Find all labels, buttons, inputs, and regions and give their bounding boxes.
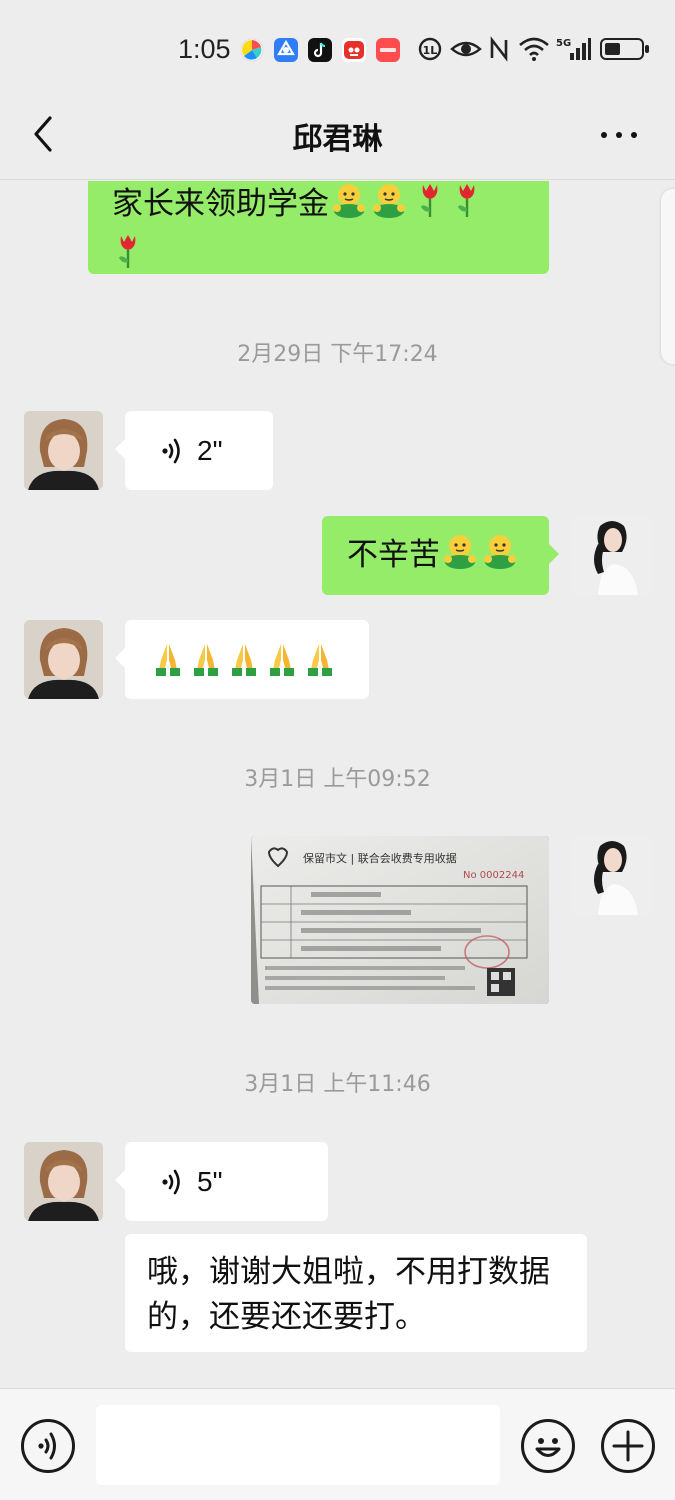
network-label: 5G <box>556 38 571 49</box>
image-message[interactable]: 保留市文 | 联合会收费专用收据 No 0002244 <box>251 836 549 1004</box>
more-functions-button[interactable] <box>601 1419 655 1473</box>
message-text-line: 的，还要还还要打。 <box>147 1299 426 1335</box>
voice-wave-icon <box>162 438 180 463</box>
emoji-button[interactable] <box>521 1419 575 1473</box>
message-timestamp: 3月1日 上午09:52 <box>244 767 431 792</box>
message-input[interactable] <box>96 1405 500 1485</box>
tiktok-icon <box>308 38 332 62</box>
voice-duration: 5" <box>197 1165 223 1197</box>
voice-input-button[interactable] <box>21 1419 75 1473</box>
message-timestamp: 2月29日 下午17:24 <box>237 342 438 367</box>
message-text-line: 哦，谢谢大姐啦，不用打数据 <box>147 1254 550 1290</box>
n-icon <box>488 36 510 68</box>
pray-emoji-icon <box>226 640 262 689</box>
tulip-emoji-icon <box>452 181 482 230</box>
tulip-emoji-icon <box>415 181 445 230</box>
message-timestamp: 3月1日 上午11:46 <box>244 1072 431 1097</box>
message-bubble-sent[interactable]: 不辛苦 <box>322 516 559 595</box>
voice-duration: 2" <box>197 434 223 466</box>
page-title: 邱君琳 <box>292 122 383 157</box>
contact-avatar[interactable] <box>24 620 103 699</box>
huawei-app-icon <box>376 38 400 62</box>
input-bar <box>0 1388 675 1500</box>
message-bubble-sent[interactable]: 家长来领助学金 <box>88 181 549 274</box>
plus-icon <box>612 1430 644 1462</box>
status-bar: 1:05 1L 5G <box>0 0 675 100</box>
receipt-number: No 0002244 <box>463 870 524 881</box>
status-time: 1:05 <box>178 34 231 64</box>
pray-emoji-icon <box>150 640 186 689</box>
eye-comfort-icon <box>450 36 482 68</box>
chat-header: 邱君琳 <box>0 100 675 180</box>
more-button[interactable] <box>599 120 639 148</box>
hug-emoji-icon <box>330 181 368 230</box>
contact-avatar[interactable] <box>24 1142 103 1221</box>
signal-icon: 5G <box>556 36 592 68</box>
my-avatar[interactable] <box>572 836 651 915</box>
voice-message[interactable]: 5" <box>115 1142 328 1221</box>
svg-text:1L: 1L <box>423 44 438 57</box>
receipt-title: 保留市文 | 联合会收费专用收据 <box>303 851 457 865</box>
battery-fill <box>605 43 620 55</box>
more-dot-icon <box>616 132 622 138</box>
pinwheel-app-icon <box>240 38 264 62</box>
pray-emoji-icon <box>264 640 300 689</box>
message-list[interactable]: 家长来领助学金 2月29日 下午17:24 2" 不辛苦 3月1日 上午09:5… <box>0 181 675 1388</box>
red-dog-app-icon <box>342 38 366 62</box>
voice-wave-icon <box>38 1432 56 1460</box>
blue-app-icon <box>274 38 298 62</box>
nfc-icon: 1L <box>418 36 442 68</box>
message-text: 家长来领助学金 <box>112 186 329 222</box>
more-dot-icon <box>631 132 637 138</box>
message-bubble-received[interactable] <box>115 620 369 699</box>
voice-message[interactable]: 2" <box>115 411 273 490</box>
more-dot-icon <box>601 132 607 138</box>
hug-emoji-icon <box>370 181 408 230</box>
hug-emoji-icon <box>441 532 479 581</box>
hug-emoji-icon <box>481 532 519 581</box>
wifi-icon <box>518 36 550 68</box>
voice-wave-icon <box>162 1169 180 1194</box>
message-text: 不辛苦 <box>347 537 440 573</box>
contact-avatar[interactable] <box>24 411 103 490</box>
battery-icon <box>600 38 649 60</box>
pray-emoji-icon <box>302 640 338 689</box>
smile-icon <box>535 1438 561 1457</box>
message-bubble-received[interactable]: 哦，谢谢大姐啦，不用打数据 的，还要还还要打。 <box>125 1234 587 1352</box>
my-avatar[interactable] <box>572 516 651 595</box>
pray-emoji-icon <box>188 640 224 689</box>
tulip-emoji-icon <box>113 232 143 281</box>
